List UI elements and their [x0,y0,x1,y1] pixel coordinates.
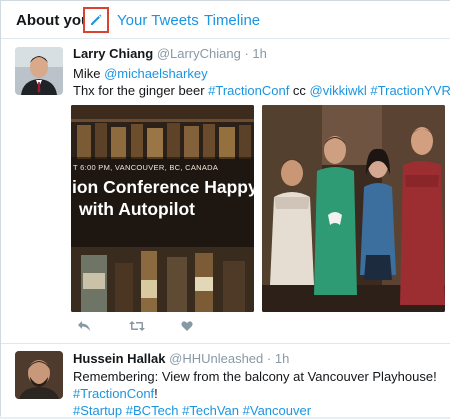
tweet-item[interactable]: Larry Chiang @LarryChiang · 1h Mike @mic… [1,39,450,344]
pencil-icon [91,14,102,25]
text-segment: ! [154,386,158,401]
banner-location: T 6:00 PM, VANCOUVER, BC, CANADA [73,163,219,172]
banner-title-line-1: ion Conference Happy [72,177,254,197]
tweet-header: Larry Chiang @LarryChiang · 1h [73,46,267,61]
text-segment: Mike [73,66,105,81]
text-segment: cc [289,83,310,98]
like-icon[interactable] [181,319,193,337]
timestamp[interactable]: 1h [275,351,289,366]
hashtag-link[interactable]: #TractionConf [73,386,154,401]
timestamp[interactable]: 1h [252,46,266,61]
notifications-panel: About you Your Tweets Timeline Larry Chi… [0,0,450,419]
text-segment: Thx for the ginger beer [73,83,209,98]
edit-button[interactable] [83,7,109,33]
avatar[interactable] [15,351,63,399]
reply-icon[interactable] [77,319,91,337]
tweet-text: Mike @michaelsharkey Thx for the ginger … [73,65,450,99]
mention-link[interactable]: @vikkiwkl [310,83,367,98]
tab-your-tweets[interactable]: Your Tweets [117,12,199,29]
tweet-text-line: #TractionConf! [73,385,437,402]
separator-dot: · [244,46,249,61]
text-segment: Remembering: View from the balcony at Va… [73,369,437,384]
hashtag-link[interactable]: #TractionYVR [370,83,450,98]
retweet-icon[interactable] [129,319,145,337]
tweet-text-line: Mike @michaelsharkey [73,65,450,82]
separator-dot: · [266,351,272,366]
avatar[interactable] [15,47,63,95]
tweet-photo-group[interactable] [262,105,445,312]
tweet-text-line: Remembering: View from the balcony at Va… [73,368,437,385]
tab-bar: About you Your Tweets Timeline [1,1,450,39]
hashtag-link[interactable]: #TractionConf [208,83,289,98]
author-handle[interactable]: @LarryChiang [157,46,241,61]
tab-timeline[interactable]: Timeline [204,12,260,29]
tweet-text-line: #Startup #BCTech #TechVan #Vancouver [73,402,437,419]
banner-title-line-2: with Autopilot [79,199,195,219]
tweet-photo-event-banner[interactable]: T 6:00 PM, VANCOUVER, BC, CANADA ion Con… [71,105,254,312]
tweet-item[interactable]: Hussein Hallak @HHUnleashed · 1h Remembe… [1,344,450,419]
tab-about-you[interactable]: About you [16,12,90,29]
event-banner: T 6:00 PM, VANCOUVER, BC, CANADA ion Con… [71,157,254,247]
tweet-text-line: Thx for the ginger beer #TractionConf cc… [73,82,450,99]
tweet-header: Hussein Hallak @HHUnleashed · 1h [73,351,289,366]
author-handle[interactable]: @HHUnleashed [169,351,263,366]
tweet-text: Remembering: View from the balcony at Va… [73,368,437,419]
tweet-actions [73,319,233,335]
author-name[interactable]: Larry Chiang [73,46,153,61]
author-name[interactable]: Hussein Hallak [73,351,166,366]
mention-link[interactable]: @michaelsharkey [104,66,208,81]
